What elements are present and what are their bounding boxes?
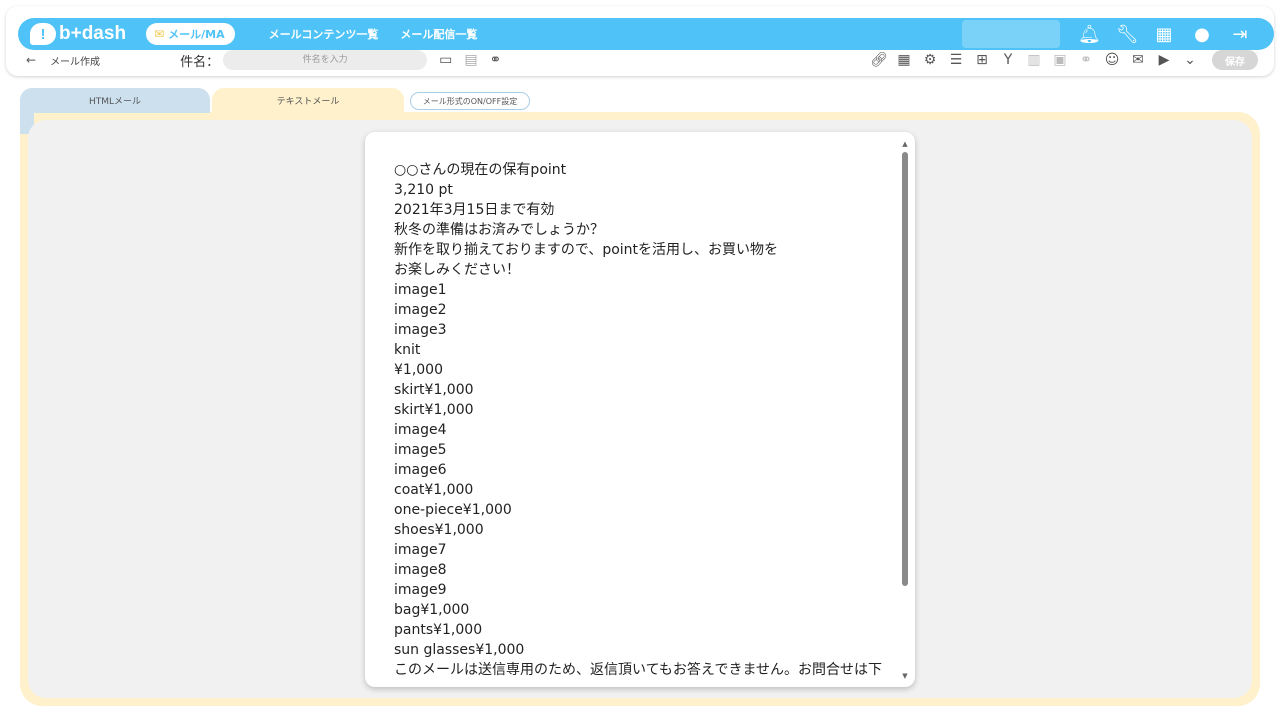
save-button[interactable]: 保存: [1212, 50, 1258, 70]
mode-switch-button[interactable]: ✉ メール/MA: [146, 23, 235, 45]
editor-line: 秋冬の準備はお済みでしょうか？: [394, 222, 604, 238]
schedule-document-icon[interactable]: ▤: [464, 52, 477, 68]
editor-line: このメールは送信専用のため、返信頂いてもお答えできません。お問合せは下: [394, 662, 883, 678]
editor-line: knit: [394, 342, 421, 358]
logo[interactable]: ! b+dash: [30, 23, 126, 45]
editor-toolbar: ← メール作成 件名： ▭ ▤ ⚭ 🔗︎ ▦ ⚙ ☰ ⊞ Y ▥ ▣ ⚭ ☺ ✉…: [6, 46, 1274, 74]
editor-line: coat¥1,000: [394, 482, 474, 498]
editor-line: 新作を取り揃えておりますので、pointを活用し、お買い物を: [394, 242, 779, 258]
bell-icon[interactable]: 🔔︎: [1078, 24, 1101, 45]
editor-line: image9: [394, 582, 447, 598]
grid-icon[interactable]: ▦: [1154, 24, 1174, 45]
editor-line: image7: [394, 542, 447, 558]
editor-line: image5: [394, 442, 447, 458]
editor-line: 2021年3月15日まで有効: [394, 202, 555, 218]
editor-line: one-piece¥1,000: [394, 502, 512, 518]
scroll-up-arrow-icon[interactable]: ▲: [901, 140, 909, 148]
preview-window-icon[interactable]: ▭: [439, 52, 452, 68]
database-icon[interactable]: ☰: [948, 52, 964, 68]
logo-mark-icon: !: [30, 23, 56, 45]
editor-line: image8: [394, 562, 447, 578]
subject-label: 件名：: [180, 54, 220, 70]
editor-line: image1: [394, 282, 447, 298]
wrench-icon[interactable]: 🔧︎: [1116, 24, 1139, 45]
tab-text-mail[interactable]: テキストメール: [212, 88, 404, 113]
gears-icon[interactable]: ⚙: [922, 52, 938, 68]
tab-html-mail[interactable]: HTMLメール: [20, 88, 210, 113]
editor-tools: 🔗︎ ▦ ⚙ ☰ ⊞ Y ▥ ▣ ⚭ ☺ ✉ ▶ ⌄ 保存: [870, 46, 1258, 74]
scroll-down-arrow-icon[interactable]: ▼: [901, 672, 909, 680]
mode-label: メール/MA: [168, 28, 225, 41]
editor-line: sun glasses¥1,000: [394, 642, 525, 658]
mail-format-toggle-button[interactable]: メール形式のON/OFF設定: [410, 92, 530, 110]
editor-scrollbar[interactable]: ▲ ▼: [901, 140, 909, 680]
editor-line: skirt¥1,000: [394, 402, 474, 418]
editor-line: ¥1,000: [394, 362, 443, 378]
envelope-icon: ✉: [154, 27, 165, 41]
editor-text-area[interactable]: ○○さんの現在の保有point 3,210 pt 2021年3月15日まで有効 …: [394, 160, 894, 678]
link-icon[interactable]: 🔗︎: [870, 52, 888, 68]
editor-line: shoes¥1,000: [394, 522, 484, 538]
editor-line: お楽しみください！: [394, 262, 520, 278]
calendar-icon[interactable]: ▦: [896, 52, 912, 68]
person-card-icon[interactable]: ☺: [1104, 52, 1120, 68]
mail-send-icon[interactable]: ✉: [1130, 52, 1146, 68]
page-title: メール作成: [50, 56, 101, 68]
play-icon[interactable]: ▶: [1156, 52, 1172, 68]
subject-input[interactable]: [223, 50, 428, 70]
editor-line: image4: [394, 422, 447, 438]
chevron-down-icon[interactable]: ⌄: [1182, 52, 1198, 68]
app-root: ! b+dash ✉ メール/MA メールコンテンツ一覧 メール配信一覧 🔔︎ …: [0, 0, 1280, 720]
editor-line: image2: [394, 302, 447, 318]
columns-icon[interactable]: ▥: [1026, 52, 1042, 68]
add-block-icon[interactable]: ▣: [1052, 52, 1068, 68]
link-settings-icon[interactable]: ⚭: [490, 52, 502, 68]
logo-text: b+dash: [59, 23, 127, 44]
scrollbar-thumb[interactable]: [902, 152, 908, 586]
editor-line: skirt¥1,000: [394, 382, 474, 398]
add-document-icon[interactable]: ⊞: [974, 52, 990, 68]
nav-mail-delivery-list[interactable]: メール配信一覧: [400, 26, 477, 42]
branch-icon[interactable]: Y: [1000, 52, 1016, 68]
link-chain-icon[interactable]: ⚭: [1078, 52, 1094, 68]
text-mail-editor[interactable]: ○○さんの現在の保有point 3,210 pt 2021年3月15日まで有効 …: [365, 132, 915, 687]
editor-line: bag¥1,000: [394, 602, 470, 618]
user-info-blurred[interactable]: [962, 20, 1060, 48]
nav-mail-content-list[interactable]: メールコンテンツ一覧: [269, 26, 379, 42]
chat-icon[interactable]: ●: [1192, 24, 1212, 45]
editor-line: image6: [394, 462, 447, 478]
editor-line: pants¥1,000: [394, 622, 483, 638]
logout-icon[interactable]: ⇥: [1230, 24, 1250, 45]
editor-line: ○○さんの現在の保有point: [394, 162, 567, 178]
back-button[interactable]: ←: [26, 53, 36, 67]
editor-line: 3,210 pt: [394, 182, 453, 198]
editor-line: image3: [394, 322, 447, 338]
